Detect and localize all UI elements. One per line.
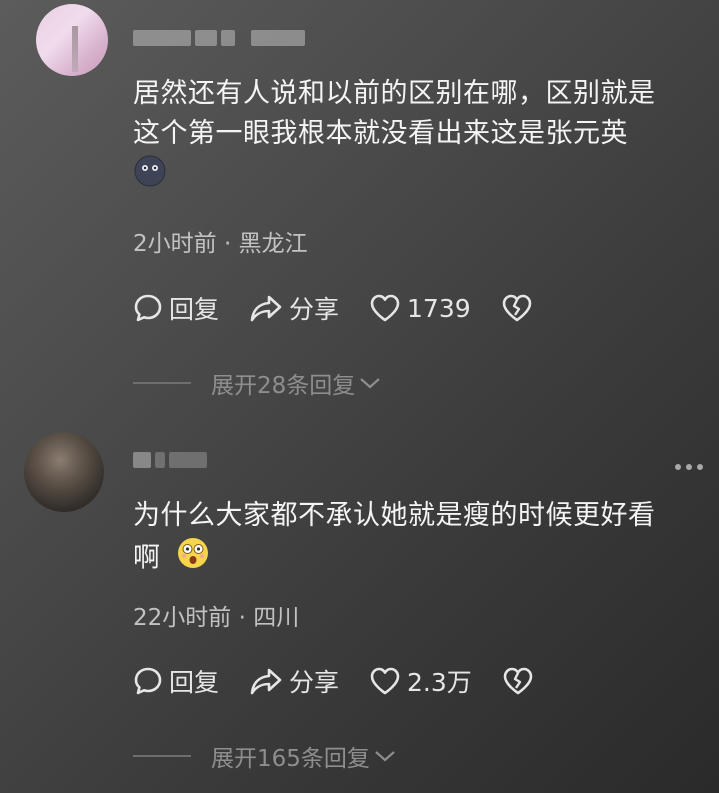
reply-label: 回复 [169,668,220,697]
comment-item: 居然还有人说和以前的区别在哪，区别就是 这个第一眼我根本就没看出来这是张元英 2… [0,0,719,400]
dislike-button[interactable] [501,293,533,323]
username[interactable] [133,450,207,470]
heart-icon [369,293,401,323]
chevron-down-icon [359,370,381,396]
separator-dot: · [238,605,246,631]
location: 黑龙江 [238,231,308,257]
share-button[interactable]: 分享 [249,663,339,699]
heart-icon [369,666,401,696]
comment-meta: 22小时前 · 四川 [133,598,299,632]
timestamp: 2小时前 [133,231,217,257]
broken-heart-icon [502,666,534,696]
reply-button[interactable]: 回复 [133,663,219,699]
separator-dot: · [223,231,232,257]
share-button[interactable]: 分享 [249,290,339,326]
like-count: 2.3万 [407,668,472,697]
dizzy-face-emoji [133,154,167,200]
share-label: 分享 [289,295,340,324]
expand-replies[interactable]: 展开28条回复 [133,366,381,400]
reply-label: 回复 [169,295,220,324]
location: 四川 [253,605,300,631]
expand-replies[interactable]: 展开165条回复 [133,739,396,773]
avatar[interactable] [36,4,108,76]
comment-meta: 2小时前 · 黑龙江 [133,224,308,258]
comment-text: 居然还有人说和以前的区别在哪，区别就是 这个第一眼我根本就没看出来这是张元英 [133,74,703,194]
comment-item: 为什么大家都不承认她就是瘦的时候更好看 啊 22小时前 · 四川 回复 分享 2… [0,432,719,793]
dislike-button[interactable] [502,666,534,696]
divider-line [133,755,191,757]
share-arrow-icon [249,666,283,696]
chevron-down-icon [374,743,396,769]
like-button[interactable]: 1739 [369,293,471,323]
like-count: 1739 [407,293,471,323]
timestamp: 22小时前 [133,605,232,631]
divider-line [133,382,191,384]
username[interactable] [133,28,305,48]
expand-label: 展开28条回复 [211,373,356,399]
action-bar: 回复 分享 2.3万 [133,663,564,699]
comment-bubble-icon [133,666,163,696]
more-icon [675,464,681,470]
surprised-face-emoji [176,536,210,582]
more-options-button[interactable] [675,464,703,470]
like-button[interactable]: 2.3万 [369,663,472,699]
reply-button[interactable]: 回复 [133,290,219,326]
share-arrow-icon [249,293,283,323]
expand-label: 展开165条回复 [211,746,370,772]
comment-text: 为什么大家都不承认她就是瘦的时候更好看 啊 [133,496,703,582]
share-label: 分享 [289,668,340,697]
action-bar: 回复 分享 1739 [133,290,563,326]
avatar[interactable] [24,432,104,512]
comment-bubble-icon [133,293,163,323]
broken-heart-icon [501,293,533,323]
